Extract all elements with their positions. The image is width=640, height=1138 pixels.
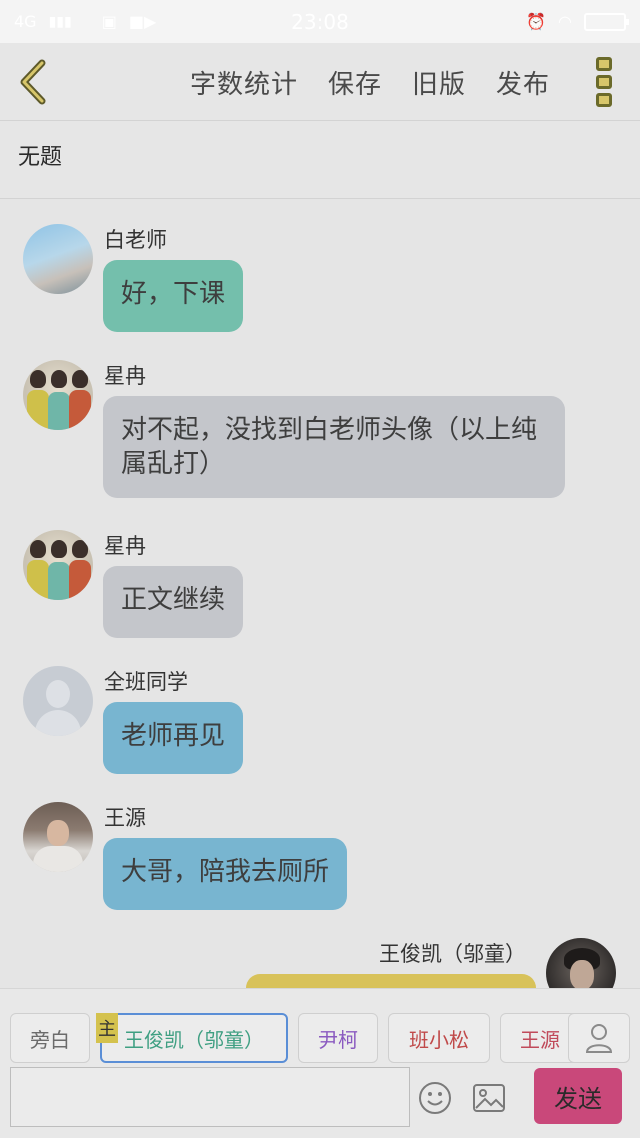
signal-icon: ▮▮▮ — [48, 13, 72, 30]
avatar[interactable] — [23, 224, 93, 294]
role-yin-ke[interactable]: 尹柯 — [298, 1013, 378, 1063]
sender-name: 全班同学 — [104, 670, 188, 694]
alarm-icon: ⏰ — [526, 12, 547, 31]
role-selector: 旁白 王俊凯（邬童） 尹柯 班小松 王源 — [10, 1013, 580, 1063]
role-wang-junkai[interactable]: 王俊凯（邬童） — [100, 1013, 288, 1063]
more-dot-icon — [596, 75, 612, 89]
sd-card-icon: ▣ — [101, 12, 117, 31]
chat-list[interactable]: 白老师 好，下课 星冉 对不起，没找到白老师头像（以上纯属乱打） 星冉 正文继续… — [0, 200, 640, 988]
avatar[interactable] — [23, 802, 93, 872]
role-narrator[interactable]: 旁白 — [10, 1013, 90, 1063]
image-icon — [473, 1084, 505, 1112]
wifi-icon: ◠ — [558, 12, 572, 31]
role-ban-xiaosong[interactable]: 班小松 — [388, 1013, 490, 1063]
old-version-button[interactable]: 旧版 — [412, 64, 466, 101]
message-bubble[interactable]: 对不起，没找到白老师头像（以上纯属乱打） — [103, 396, 565, 498]
back-arrow-icon — [20, 59, 46, 105]
user-icon — [585, 1024, 613, 1053]
message-input[interactable] — [10, 1067, 410, 1127]
sender-name: 王源 — [104, 806, 146, 830]
status-bar: 4G ▮▮▮ ▣ ■▶ 23:08 ⏰ ◠ — [0, 0, 640, 43]
sender-name: 王俊凯（邬童） — [379, 942, 526, 966]
main-role-badge: 主 — [96, 1013, 118, 1043]
avatar[interactable] — [546, 938, 616, 988]
more-dot-icon — [596, 93, 612, 107]
emoji-icon — [419, 1082, 451, 1114]
message-bubble[interactable]: 大哥，陪我去厕所 — [103, 838, 348, 910]
manage-characters-button[interactable] — [568, 1013, 630, 1063]
more-menu-button[interactable] — [596, 57, 616, 107]
message-bubble[interactable]: 正文继续 — [103, 566, 244, 638]
image-button[interactable] — [472, 1083, 506, 1113]
more-dot-icon — [596, 57, 612, 71]
back-button[interactable] — [14, 57, 54, 107]
top-nav: 字数统计 保存 旧版 发布 — [0, 43, 640, 121]
network-indicator: 4G — [14, 12, 37, 31]
battery-icon — [584, 12, 629, 31]
avatar[interactable] — [23, 360, 93, 430]
emoji-button[interactable] — [418, 1081, 452, 1115]
send-button[interactable]: 发送 — [534, 1068, 622, 1124]
save-button[interactable]: 保存 — [328, 64, 382, 101]
publish-button[interactable]: 发布 — [496, 64, 550, 101]
story-title[interactable]: 无题 — [0, 121, 640, 199]
video-icon: ■▶ — [128, 12, 157, 31]
sender-name: 星冉 — [104, 364, 146, 388]
avatar[interactable] — [23, 530, 93, 600]
message-bubble[interactable] — [246, 974, 536, 988]
sender-name: 星冉 — [104, 534, 146, 558]
avatar[interactable] — [23, 666, 93, 736]
message-bubble[interactable]: 好，下课 — [103, 260, 244, 332]
sender-name: 白老师 — [104, 228, 167, 252]
message-bubble[interactable]: 老师再见 — [103, 702, 244, 774]
word-count-button[interactable]: 字数统计 — [190, 64, 298, 101]
